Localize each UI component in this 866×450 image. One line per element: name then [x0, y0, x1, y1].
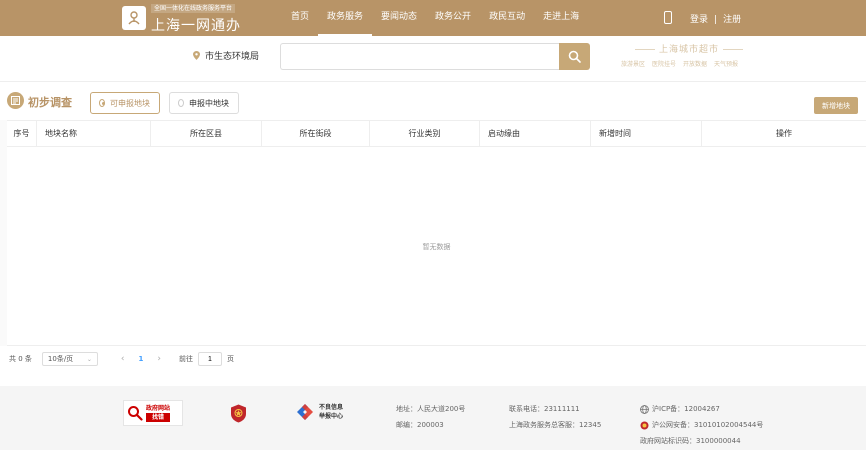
footer-police-record[interactable]: 沪公网安备：31010102004544号	[652, 420, 763, 430]
next-page-button[interactable]: ›	[157, 354, 161, 364]
table-left-gutter	[0, 120, 7, 346]
nav-home[interactable]: 首页	[282, 0, 318, 36]
footer-address: 地址：人民大道200号	[396, 405, 466, 413]
location-selector[interactable]: 市生态环境局	[193, 49, 259, 62]
page-suffix: 页	[227, 355, 234, 363]
gov-site-label: 政府网站 找错	[146, 404, 171, 422]
tab-label: 申报中地块	[189, 98, 229, 108]
report-center-label: 不良信息 举报中心	[319, 403, 343, 421]
city-link-weather[interactable]: 天气预报	[714, 59, 738, 68]
prev-page-button[interactable]: ‹	[121, 354, 125, 364]
top-bar: 全国一体化在线政务服务平台 上海一网通办 首页 政务服务 要闻动态 政务公开 政…	[0, 0, 866, 36]
auth-links: 登录 | 注册	[690, 12, 741, 25]
main-nav: 首页 政务服务 要闻动态 政务公开 政民互动 走进上海	[282, 0, 588, 36]
section-title: 初步调查	[28, 96, 72, 109]
mobile-phone-icon[interactable]	[664, 11, 672, 24]
footer-site-code: 政府网站标识码：3100000044	[640, 437, 741, 445]
footer-phone: 联系电话：23111111	[509, 405, 580, 413]
auth-separator: |	[714, 15, 718, 25]
col-plot-name: 地块名称	[37, 121, 151, 146]
page-size-value: 10条/页	[47, 355, 74, 363]
nav-gov-disclosure[interactable]: 政务公开	[426, 0, 480, 36]
chevron-down-icon: ⌄	[86, 355, 92, 363]
nav-about-shanghai[interactable]: 走进上海	[534, 0, 588, 36]
party-gov-emblem-icon[interactable]	[230, 404, 247, 423]
footer: 政府网站 找错 不良信息 举报中心 地址：人民大道200号 邮编：200003 …	[0, 386, 866, 450]
col-district: 所在区县	[151, 121, 262, 146]
gov-site-error-report-link[interactable]: 政府网站 找错	[123, 400, 183, 426]
city-link-open-data[interactable]: 开放数据	[683, 59, 707, 68]
footer-icp[interactable]: 沪ICP备：12004267	[652, 404, 720, 414]
search-input[interactable]	[280, 43, 560, 70]
report-center-logo-icon	[297, 404, 313, 420]
brand-subtitle: 全国一体化在线政务服务平台	[151, 4, 236, 13]
tab-available-plots[interactable]: 可申报地块	[90, 92, 160, 114]
tab-label: 可申报地块	[110, 98, 150, 108]
add-plot-button[interactable]: 新增地块	[814, 97, 858, 114]
city-quick-links: 旅游景区 医院挂号 开放数据 天气预报	[621, 59, 738, 68]
radio-icon	[99, 99, 105, 107]
search-button[interactable]	[559, 43, 590, 70]
bad-info-report-center-link[interactable]: 不良信息 举报中心	[295, 403, 343, 421]
tab-pending-plots[interactable]: 申报中地块	[169, 92, 239, 114]
search-icon	[568, 50, 581, 63]
shanghai-logo-icon[interactable]	[122, 6, 146, 30]
nav-interaction[interactable]: 政民互动	[480, 0, 534, 36]
col-reason: 启动缘由	[480, 121, 591, 146]
police-badge-icon	[640, 421, 649, 430]
empty-state-text: 暂无数据	[422, 243, 451, 251]
radio-icon	[178, 99, 184, 107]
total-count: 共 0 条	[9, 355, 32, 363]
city-supermarket-title: 上海城市超市	[627, 42, 751, 55]
nav-gov-services[interactable]: 政务服务	[318, 0, 373, 36]
location-label: 市生态环境局	[205, 52, 260, 62]
location-pin-icon	[193, 51, 200, 60]
page: 全国一体化在线政务服务平台 上海一网通办 首页 政务服务 要闻动态 政务公开 政…	[0, 0, 866, 450]
list-icon	[7, 92, 24, 109]
pagination: 共 0 条 10条/页 ⌄ ‹ 1 › 前往 页	[9, 352, 234, 366]
register-link[interactable]: 注册	[723, 15, 741, 25]
login-link[interactable]: 登录	[690, 15, 708, 25]
col-index: 序号	[7, 121, 37, 146]
city-link-tourism[interactable]: 旅游景区	[621, 59, 645, 68]
col-industry: 行业类别	[370, 121, 480, 146]
report-line1: 不良信息	[319, 404, 344, 411]
footer-postcode: 邮编：200003	[396, 421, 444, 429]
table-body: 暂无数据	[7, 147, 866, 346]
footer-hotline: 上海政务服务总客服：12345	[509, 421, 602, 429]
magnifier-icon	[128, 406, 143, 421]
col-actions: 操作	[776, 129, 792, 138]
table-header: 序号 地块名称 所在区县 所在街段 行业类别 启动缘由 新增时间 操作	[7, 120, 866, 147]
col-street: 所在街段	[262, 121, 370, 146]
report-line2: 举报中心	[319, 413, 344, 420]
page-size-select[interactable]: 10条/页 ⌄	[41, 352, 98, 366]
goto-label: 前往	[179, 355, 193, 363]
brand-title[interactable]: 上海一网通办	[151, 15, 241, 35]
gov-site-top: 政府网站	[146, 405, 171, 412]
goto-page-input[interactable]	[198, 352, 222, 366]
page-number-current[interactable]: 1	[139, 355, 144, 363]
globe-icon	[640, 405, 649, 414]
col-added-time: 新增时间	[591, 121, 702, 146]
header-divider	[0, 81, 866, 82]
plots-table: 序号 地块名称 所在区县 所在街段 行业类别 启动缘由 新增时间 操作	[7, 120, 866, 147]
city-link-hospital[interactable]: 医院挂号	[652, 59, 676, 68]
gov-site-bottom: 找错	[146, 413, 171, 422]
nav-news[interactable]: 要闻动态	[372, 0, 426, 36]
